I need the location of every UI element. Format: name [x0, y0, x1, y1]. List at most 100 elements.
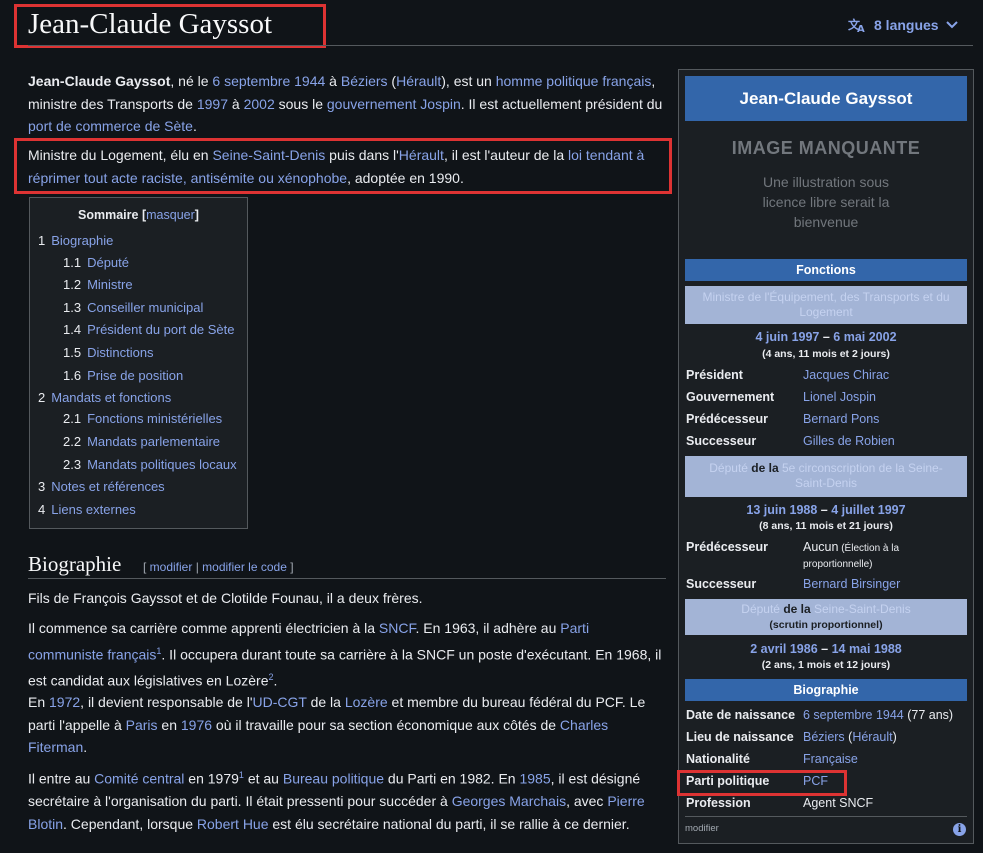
infobox-role2-dates: 13 juin 1988 – 4 juillet 1997	[685, 503, 967, 517]
toc-link[interactable]: Député	[87, 255, 129, 270]
toc-item[interactable]: 1.2 Ministre	[63, 277, 133, 292]
toc-item[interactable]: 3 Notes et références	[38, 479, 165, 494]
bio-paragraph-1: Fils de François Gayssot et de Clotilde …	[28, 590, 423, 606]
toc-link[interactable]: Prise de position	[87, 368, 183, 383]
text: sous le	[274, 95, 327, 112]
toc-item[interactable]: 1 Biographie	[38, 233, 113, 248]
link-circonscription[interactable]: 5e circonscription de la Seine-Saint-Den…	[782, 461, 943, 490]
date-link[interactable]: 6 mai 2002	[833, 330, 896, 344]
text: , il devient responsable de l'	[80, 694, 253, 710]
table-of-contents: Sommaire [masquer] 1 Biographie 1.1 Député…	[29, 197, 248, 529]
link-1976[interactable]: 1976	[181, 717, 212, 733]
link-bureau-politique[interactable]: Bureau politique	[283, 771, 384, 787]
toc-link[interactable]: Ministre	[87, 277, 133, 292]
toc-number: 2.3	[63, 457, 82, 472]
infobox-edit-link[interactable]: modifier	[685, 823, 719, 834]
link-marchais[interactable]: Georges Marchais	[452, 793, 566, 809]
link-depute[interactable]: Député	[709, 461, 748, 475]
svg-text:A: A	[857, 24, 865, 33]
text: . En 1963, il adhère au	[415, 620, 561, 636]
toc-item[interactable]: 2 Mandats et fonctions	[38, 390, 171, 405]
toc-link[interactable]: Biographie	[51, 233, 113, 248]
link-bernard-birsinger[interactable]: Bernard Birsinger	[803, 577, 900, 591]
edit-section-link[interactable]: modifier	[150, 560, 193, 574]
date-link[interactable]: 4 juin 1997	[755, 330, 819, 344]
toc-title: Sommaire	[78, 208, 139, 222]
infobox-label: Successeur	[686, 434, 757, 448]
link-1997[interactable]: 1997	[197, 96, 228, 112]
text: de la	[306, 694, 345, 710]
link-sncf[interactable]: SNCF	[379, 620, 416, 636]
language-selector[interactable]: 文A 8 langues	[848, 17, 959, 33]
date-link[interactable]: 13 juin 1988	[746, 503, 817, 517]
text: est élu secrétaire national du parti, il…	[268, 815, 630, 832]
edit-source-link[interactable]: modifier le code	[202, 560, 287, 574]
infobox-role-depute[interactable]: Député de la 5e circonscription de la Se…	[685, 456, 967, 497]
date-link[interactable]: 4 juillet 1997	[831, 503, 905, 517]
link-lozere[interactable]: Lozère	[345, 694, 388, 710]
link-francaise[interactable]: Française	[803, 752, 858, 766]
link-birthdate[interactable]: 6 septembre 1944	[803, 708, 904, 722]
toc-item[interactable]: 2.3 Mandats politiques locaux	[63, 457, 237, 472]
infobox-label: Successeur	[686, 577, 757, 591]
date-link[interactable]: 14 mai 1988	[832, 642, 902, 656]
text: Aucun	[803, 540, 839, 554]
toc-item[interactable]: 1.5 Distinctions	[63, 345, 154, 360]
toc-link[interactable]: Liens externes	[51, 502, 136, 517]
link-hue[interactable]: Robert Hue	[197, 816, 269, 832]
link-homme-politique[interactable]: homme politique français	[496, 73, 652, 89]
text: )	[892, 730, 897, 744]
toc-link[interactable]: Président du port de Sète	[87, 322, 234, 337]
link-paris[interactable]: Paris	[126, 717, 158, 733]
toc-item[interactable]: 2.2 Mandats parlementaire	[63, 434, 220, 449]
section-heading-biographie: Biographie	[28, 552, 122, 576]
date-link[interactable]: 2 avril 1986	[750, 642, 817, 656]
infobox-role-ministre[interactable]: Ministre de l'Équipement, des Transports…	[685, 286, 967, 324]
link-1972[interactable]: 1972	[49, 694, 80, 710]
link-jacques-chirac[interactable]: Jacques Chirac	[803, 368, 889, 382]
toc-item[interactable]: 1.3 Conseiller municipal	[63, 300, 203, 315]
toc-link[interactable]: Conseiller municipal	[87, 300, 203, 315]
link-lionel-jospin[interactable]: Lionel Jospin	[803, 390, 876, 404]
age: (77 ans)	[903, 708, 954, 722]
link-depute[interactable]: Député	[741, 602, 780, 616]
toc-item[interactable]: 1.6 Prise de position	[63, 368, 183, 383]
link-ministre-equipement[interactable]: Ministre de l'Équipement, des Transports…	[702, 290, 949, 319]
link-1985[interactable]: 1985	[519, 771, 550, 787]
link-birthdate[interactable]: 6 septembre 1944	[212, 73, 325, 89]
link-herault[interactable]: Hérault	[852, 730, 892, 744]
toc-link[interactable]: Distinctions	[87, 345, 153, 360]
text: et au	[243, 770, 283, 787]
link-port-sete[interactable]: port de commerce de Sète	[28, 118, 193, 134]
toc-link[interactable]: Notes et références	[51, 479, 164, 494]
link-beziers[interactable]: Béziers	[803, 730, 845, 744]
toc-link[interactable]: Fonctions ministérielles	[87, 411, 222, 426]
info-icon[interactable]: i	[953, 823, 966, 836]
infobox-value: Béziers (Hérault)	[803, 730, 897, 744]
link-beziers[interactable]: Béziers	[341, 73, 388, 89]
text: à	[325, 73, 341, 89]
toc-item[interactable]: 2.1 Fonctions ministérielles	[63, 411, 222, 426]
infobox-role-depute-2[interactable]: Député de la Seine-Saint-Denis (scrutin …	[685, 599, 967, 635]
link-gilles-de-robien[interactable]: Gilles de Robien	[803, 434, 895, 448]
infobox-role1-dates: 4 juin 1997 – 6 mai 2002	[685, 330, 967, 344]
toc-number: 3	[38, 479, 46, 494]
toc-item[interactable]: 1.4 Président du port de Sète	[63, 322, 235, 337]
toc-item[interactable]: 4 Liens externes	[38, 502, 136, 517]
missing-image-title: IMAGE MANQUANTE	[731, 138, 921, 158]
toc-item[interactable]: 1.1 Député	[63, 255, 129, 270]
link-bernard-pons[interactable]: Bernard Pons	[803, 412, 879, 426]
link-comite-central[interactable]: Comité central	[94, 771, 184, 787]
link-2002[interactable]: 2002	[244, 96, 275, 112]
link-gouvernement-jospin[interactable]: gouvernement Jospin	[327, 96, 461, 112]
toc-number: 1.6	[63, 368, 82, 383]
link-seine-saint-denis[interactable]: Seine-Saint-Denis	[814, 602, 911, 616]
toc-link[interactable]: Mandats et fonctions	[51, 390, 171, 405]
link-ud-cgt[interactable]: UD-CGT	[253, 694, 307, 710]
toc-toggle-button[interactable]: masquer	[146, 208, 195, 222]
toc-link[interactable]: Mandats politiques locaux	[87, 457, 237, 472]
text: .	[273, 672, 278, 689]
text: .	[192, 118, 197, 134]
toc-link[interactable]: Mandats parlementaire	[87, 434, 220, 449]
link-herault[interactable]: Hérault	[396, 73, 441, 89]
